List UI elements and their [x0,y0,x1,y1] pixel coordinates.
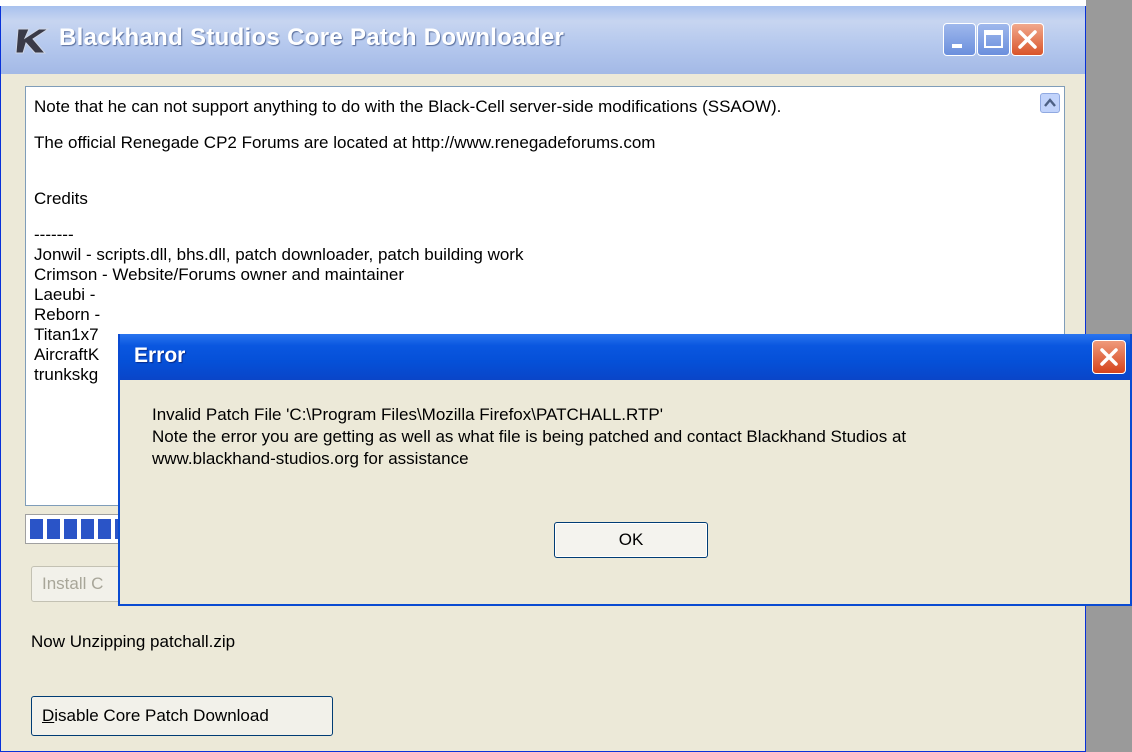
text-line: Note that he can not support anything to… [34,97,782,116]
text-line: Jonwil - scripts.dll, bhs.dll, patch dow… [34,245,524,264]
status-text: Now Unzipping patchall.zip [31,632,236,651]
text-line: Reborn - [34,305,101,324]
close-icon [1100,348,1118,366]
text-line: Laeubi - [34,285,96,304]
close-button[interactable] [1011,23,1044,56]
text-line: ------- [34,225,74,244]
title-bar[interactable]: Blackhand Studios Core Patch Downloader [1,6,1085,74]
error-message-line: www.blackhand-studios.org for assistance [152,449,469,468]
window-title: Blackhand Studios Core Patch Downloader [59,24,565,51]
error-message: Invalid Patch File 'C:\Program Files\Moz… [152,404,1122,470]
maximize-icon [984,30,1003,48]
ok-button[interactable]: OK [554,522,708,558]
minimize-button[interactable] [943,23,976,56]
app-logo-icon [15,28,50,54]
disable-core-patch-download-button[interactable]: Disable Core Patch Download [31,696,333,736]
text-line [34,169,1024,189]
maximize-button[interactable] [977,23,1010,56]
error-title: Error [134,344,186,367]
button-label: isable Core Patch Download [54,706,269,725]
minimize-icon [952,44,962,48]
error-message-line: Invalid Patch File 'C:\Program Files\Moz… [152,405,663,424]
error-dialog: Error Invalid Patch File 'C:\Program Fil… [118,334,1132,606]
scroll-up-button[interactable] [1040,93,1060,113]
error-close-button[interactable] [1092,340,1126,374]
text-line: The official Renegade CP2 Forums are loc… [34,133,656,152]
error-title-bar[interactable]: Error [120,334,1130,380]
chevron-up-icon [1044,98,1056,107]
button-mnemonic: D [42,706,55,725]
text-line: Credits [34,189,88,208]
text-line: Crimson - Website/Forums owner and maint… [34,265,405,284]
error-message-line: Note the error you are getting as well a… [152,427,907,446]
close-icon [1018,30,1037,49]
